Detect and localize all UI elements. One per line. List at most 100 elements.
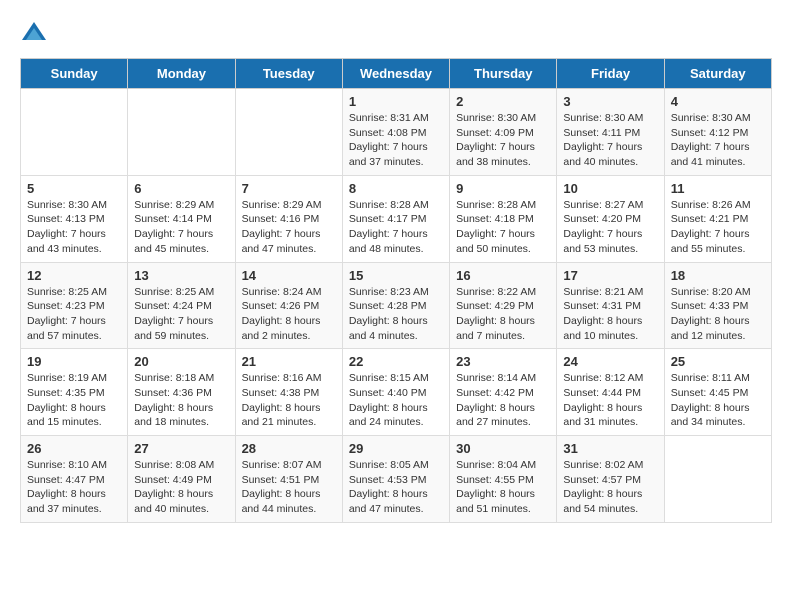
calendar-week-row: 12 Sunrise: 8:25 AM Sunset: 4:23 PM Dayli… [21,262,772,349]
day-info: Sunrise: 8:31 AM Sunset: 4:08 PM Dayligh… [349,111,443,170]
calendar-cell: 3Sunrise: 8:30 AM Sunset: 4:11 PM Daylig… [557,89,664,176]
day-info: Sunrise: 8:19 AM Sunset: 4:35 PM Dayligh… [27,371,121,430]
day-number: 31 [563,441,657,456]
day-number: 24 [563,354,657,369]
day-info: Sunrise: 8:29 AM Sunset: 4:14 PM Dayligh… [134,198,228,257]
day-info: Sunrise: 8:10 AM Sunset: 4:47 PM Dayligh… [27,458,121,517]
day-info: Sunrise: 8:15 AM Sunset: 4:40 PM Dayligh… [349,371,443,430]
calendar-header: SundayMondayTuesdayWednesdayThursdayFrid… [21,59,772,89]
day-number: 14 [242,268,336,283]
calendar-cell: 27 Sunrise: 8:08 AM Sunset: 4:49 PM Dayli… [128,436,235,523]
day-info: Sunrise: 8:16 AM Sunset: 4:38 PM Dayligh… [242,371,336,430]
weekday-header: Saturday [664,59,771,89]
day-info: Sunrise: 8:28 AM Sunset: 4:18 PM Dayligh… [456,198,550,257]
day-info: Sunrise: 8:08 AM Sunset: 4:49 PM Dayligh… [134,458,228,517]
day-number: 23 [456,354,550,369]
weekday-header: Wednesday [342,59,449,89]
calendar-body: 1Sunrise: 8:31 AM Sunset: 4:08 PM Daylig… [21,89,772,523]
day-number: 4 [671,94,765,109]
page-header [20,20,772,48]
calendar-cell: 20 Sunrise: 8:18 AM Sunset: 4:36 PM Dayli… [128,349,235,436]
day-number: 22 [349,354,443,369]
day-info: Sunrise: 8:26 AM Sunset: 4:21 PM Dayligh… [671,198,765,257]
day-number: 11 [671,181,765,196]
day-number: 2 [456,94,550,109]
day-info: Sunrise: 8:22 AM Sunset: 4:29 PM Dayligh… [456,285,550,344]
calendar-cell [235,89,342,176]
day-info: Sunrise: 8:30 AM Sunset: 4:13 PM Dayligh… [27,198,121,257]
calendar-cell: 4 Sunrise: 8:30 AM Sunset: 4:12 PM Daylig… [664,89,771,176]
calendar-cell: 19 Sunrise: 8:19 AM Sunset: 4:35 PM Dayli… [21,349,128,436]
day-number: 16 [456,268,550,283]
weekday-header: Friday [557,59,664,89]
logo [20,20,54,48]
day-number: 26 [27,441,121,456]
calendar-cell: 8Sunrise: 8:28 AM Sunset: 4:17 PM Daylig… [342,175,449,262]
calendar-cell: 31 Sunrise: 8:02 AM Sunset: 4:57 PM Dayli… [557,436,664,523]
day-info: Sunrise: 8:11 AM Sunset: 4:45 PM Dayligh… [671,371,765,430]
day-info: Sunrise: 8:12 AM Sunset: 4:44 PM Dayligh… [563,371,657,430]
calendar-week-row: 19 Sunrise: 8:19 AM Sunset: 4:35 PM Dayli… [21,349,772,436]
calendar-week-row: 26 Sunrise: 8:10 AM Sunset: 4:47 PM Dayli… [21,436,772,523]
day-info: Sunrise: 8:05 AM Sunset: 4:53 PM Dayligh… [349,458,443,517]
calendar-cell: 17 Sunrise: 8:21 AM Sunset: 4:31 PM Dayli… [557,262,664,349]
day-info: Sunrise: 8:27 AM Sunset: 4:20 PM Dayligh… [563,198,657,257]
day-number: 29 [349,441,443,456]
day-number: 27 [134,441,228,456]
day-number: 7 [242,181,336,196]
calendar-cell: 28Sunrise: 8:07 AM Sunset: 4:51 PM Dayli… [235,436,342,523]
weekday-row: SundayMondayTuesdayWednesdayThursdayFrid… [21,59,772,89]
calendar-cell: 6 Sunrise: 8:29 AM Sunset: 4:14 PM Daylig… [128,175,235,262]
calendar-cell: 9 Sunrise: 8:28 AM Sunset: 4:18 PM Daylig… [450,175,557,262]
day-number: 15 [349,268,443,283]
day-info: Sunrise: 8:25 AM Sunset: 4:24 PM Dayligh… [134,285,228,344]
day-info: Sunrise: 8:28 AM Sunset: 4:17 PM Dayligh… [349,198,443,257]
calendar-cell [128,89,235,176]
day-number: 17 [563,268,657,283]
calendar-cell: 7 Sunrise: 8:29 AM Sunset: 4:16 PM Daylig… [235,175,342,262]
day-number: 6 [134,181,228,196]
day-info: Sunrise: 8:25 AM Sunset: 4:23 PM Dayligh… [27,285,121,344]
day-info: Sunrise: 8:04 AM Sunset: 4:55 PM Dayligh… [456,458,550,517]
logo-icon [20,20,48,48]
day-info: Sunrise: 8:30 AM Sunset: 4:12 PM Dayligh… [671,111,765,170]
day-number: 30 [456,441,550,456]
calendar-cell: 23 Sunrise: 8:14 AM Sunset: 4:42 PM Dayli… [450,349,557,436]
day-info: Sunrise: 8:23 AM Sunset: 4:28 PM Dayligh… [349,285,443,344]
weekday-header: Thursday [450,59,557,89]
day-info: Sunrise: 8:02 AM Sunset: 4:57 PM Dayligh… [563,458,657,517]
calendar-cell: 14Sunrise: 8:24 AM Sunset: 4:26 PM Dayli… [235,262,342,349]
calendar-cell: 16 Sunrise: 8:22 AM Sunset: 4:29 PM Dayli… [450,262,557,349]
calendar-cell: 18 Sunrise: 8:20 AM Sunset: 4:33 PM Dayli… [664,262,771,349]
day-info: Sunrise: 8:30 AM Sunset: 4:09 PM Dayligh… [456,111,550,170]
day-info: Sunrise: 8:14 AM Sunset: 4:42 PM Dayligh… [456,371,550,430]
calendar-cell: 29 Sunrise: 8:05 AM Sunset: 4:53 PM Dayli… [342,436,449,523]
weekday-header: Sunday [21,59,128,89]
day-number: 18 [671,268,765,283]
day-info: Sunrise: 8:20 AM Sunset: 4:33 PM Dayligh… [671,285,765,344]
calendar-table: SundayMondayTuesdayWednesdayThursdayFrid… [20,58,772,523]
day-info: Sunrise: 8:18 AM Sunset: 4:36 PM Dayligh… [134,371,228,430]
day-number: 9 [456,181,550,196]
calendar-cell: 24 Sunrise: 8:12 AM Sunset: 4:44 PM Dayli… [557,349,664,436]
calendar-cell: 30 Sunrise: 8:04 AM Sunset: 4:55 PM Dayli… [450,436,557,523]
day-number: 13 [134,268,228,283]
calendar-cell: 13 Sunrise: 8:25 AM Sunset: 4:24 PM Dayli… [128,262,235,349]
day-number: 12 [27,268,121,283]
day-number: 3 [563,94,657,109]
calendar-cell: 26 Sunrise: 8:10 AM Sunset: 4:47 PM Dayli… [21,436,128,523]
calendar-cell: 12 Sunrise: 8:25 AM Sunset: 4:23 PM Dayli… [21,262,128,349]
day-number: 19 [27,354,121,369]
calendar-cell: 21 Sunrise: 8:16 AM Sunset: 4:38 PM Dayli… [235,349,342,436]
weekday-header: Monday [128,59,235,89]
day-number: 21 [242,354,336,369]
calendar-cell: 10 Sunrise: 8:27 AM Sunset: 4:20 PM Dayli… [557,175,664,262]
day-info: Sunrise: 8:21 AM Sunset: 4:31 PM Dayligh… [563,285,657,344]
day-info: Sunrise: 8:29 AM Sunset: 4:16 PM Dayligh… [242,198,336,257]
day-info: Sunrise: 8:07 AM Sunset: 4:51 PM Dayligh… [242,458,336,517]
day-number: 20 [134,354,228,369]
calendar-week-row: 1Sunrise: 8:31 AM Sunset: 4:08 PM Daylig… [21,89,772,176]
weekday-header: Tuesday [235,59,342,89]
day-number: 10 [563,181,657,196]
day-number: 25 [671,354,765,369]
